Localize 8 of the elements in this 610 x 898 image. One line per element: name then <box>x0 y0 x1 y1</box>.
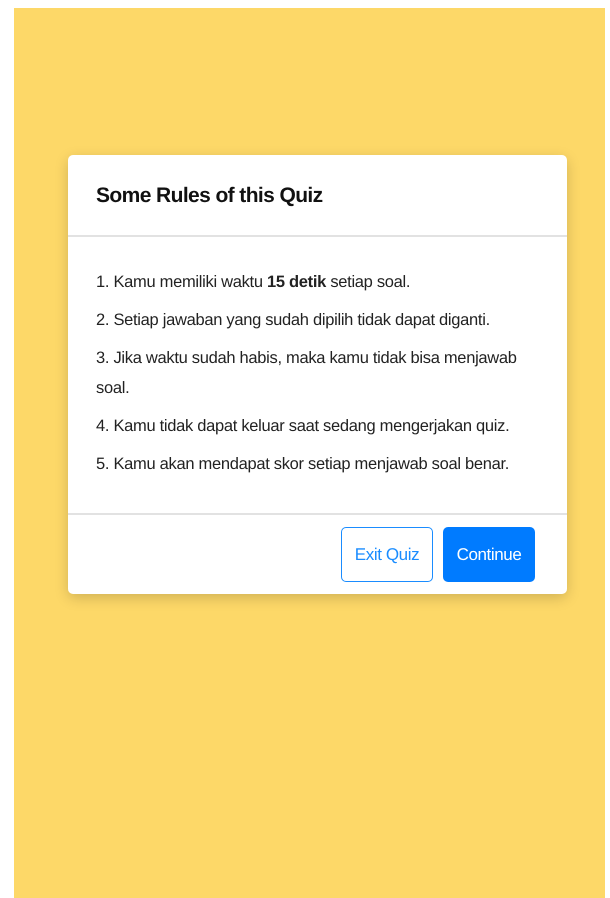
exit-button[interactable]: Exit Quiz <box>341 527 433 582</box>
rule-text: 2. Setiap jawaban yang sudah dipilih tidak dapat diganti. <box>96 310 491 331</box>
rule-text: 3. Jika waktu sudah habis, maka kamu tidak bisa menjawab soal. <box>96 348 518 399</box>
continue-button[interactable]: Continue <box>443 527 535 582</box>
rule-text: 1. Kamu memiliki waktu 15 detik setiap soal. <box>96 272 412 293</box>
rule-text: 4. Kamu tidak dapat keluar saat sedang mengerjakan quiz. <box>96 416 510 437</box>
rule-text: 5. Kamu akan mendapat skor setiap menjawab soal benar. <box>96 454 510 475</box>
dialog-title: Some Rules of this Quiz <box>96 183 324 209</box>
